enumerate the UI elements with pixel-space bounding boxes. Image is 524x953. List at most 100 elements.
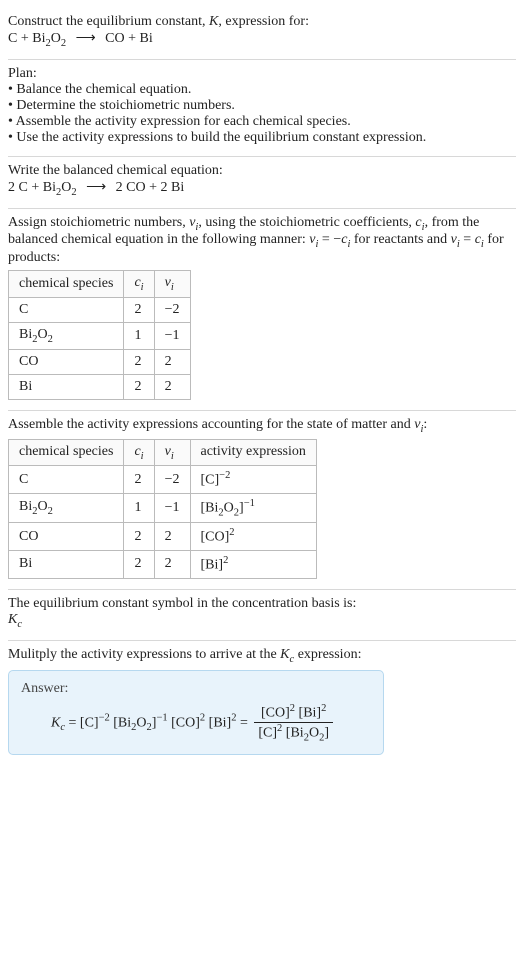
cell-ci: 2 [124,374,154,399]
stoich-text-a: Assign stoichiometric numbers, [8,215,189,230]
col-ae: activity expression [190,439,316,466]
stoich-text-b: , using the stoichiometric coefficients, [198,215,415,230]
K-symbol: K [280,647,289,662]
cell-ci: 1 [124,322,154,349]
activity-heading: Assemble the activity expressions accoun… [8,417,516,435]
plan-heading: Plan: [8,66,516,82]
cell-ae: [Bi]2 [190,551,316,579]
stoich-text: Assign stoichiometric numbers, νi, using… [8,215,516,267]
stoich-section: Assign stoichiometric numbers, νi , using… [8,209,516,411]
cell-ci: 2 [124,297,154,322]
cell-ci: 2 [124,349,154,374]
intro-text-1b: , expression for: [218,14,309,29]
cell-vi: 2 [154,523,190,551]
stoich-table: chemical species ci νi C 2 −2 Bi2O2 1 −1… [8,270,191,400]
activity-heading-b: : [423,417,427,432]
cell-species: Bi2O2 [9,494,124,523]
cell-species: Bi [9,374,124,399]
bal-lhs-b: O [61,180,71,195]
final-section: Mulitply the activity expressions to arr… [8,641,516,765]
answer-label: Answer: [21,681,371,697]
eq-lhs-1: C + Bi [8,31,45,46]
cell-species: Bi [9,551,124,579]
arrow-icon: ⟶ [70,31,102,46]
exp-C: −2 [99,713,110,724]
term-C: [C] [80,716,99,731]
cell-vi: 2 [154,374,190,399]
col-species: chemical species [9,439,124,466]
eq-lhs-2: O [51,31,61,46]
term-CO: [CO] [168,716,200,731]
table-row: Bi2O2 1 −1 [Bi2O2]−1 [9,494,317,523]
balanced-equation: 2 C + Bi2O2 ⟶ 2 CO + 2 Bi [8,179,516,198]
bal-lhs-a: 2 C + Bi [8,180,56,195]
cell-vi: 2 [154,349,190,374]
intro-K: K [209,14,218,29]
fraction: [CO]2 [Bi]2[C]2 [Bi2O2] [254,703,333,743]
cell-ae: [Bi2O2]−1 [190,494,316,523]
fraction-numerator: [CO]2 [Bi]2 [254,703,333,723]
final-heading: Mulitply the activity expressions to arr… [8,647,516,665]
cell-ci: 1 [124,494,154,523]
table-row: Bi 2 2 [Bi]2 [9,551,317,579]
eq-rhs: CO + Bi [105,31,153,46]
table-row: C 2 −2 [C]−2 [9,466,317,494]
cell-vi: −2 [154,466,190,494]
cell-ae: [C]−2 [190,466,316,494]
table-header-row: chemical species ci νi [9,271,191,298]
intro-line: Construct the equilibrium constant, K, e… [8,14,516,30]
equals: = [65,716,80,731]
cell-vi: −1 [154,494,190,523]
cell-species: C [9,466,124,494]
col-ci: ci [124,439,154,466]
cell-ci: 2 [124,466,154,494]
col-vi: νi [154,439,190,466]
balanced-section: Write the balanced chemical equation: 2 … [8,157,516,209]
plan-bullet-3: • Assemble the activity expression for e… [8,114,516,130]
final-heading-b: expression: [294,647,361,662]
unbalanced-equation: C + Bi2O2 ⟶ CO + Bi [8,30,516,49]
cell-species: CO [9,349,124,374]
table-row: CO 2 2 [9,349,191,374]
symbol-text: The equilibrium constant symbol in the c… [8,596,516,612]
col-species: chemical species [9,271,124,298]
K-symbol: K [8,612,17,627]
table-row: C 2 −2 [9,297,191,322]
c-subscript: c [17,619,22,630]
K-symbol: K [51,716,60,731]
cell-ae: [CO]2 [190,523,316,551]
table-row: CO 2 2 [CO]2 [9,523,317,551]
stoich-rule-react: = − [318,232,341,247]
cell-ci: 2 [124,523,154,551]
plan-bullet-4: • Use the activity expressions to build … [8,130,516,146]
intro-text-1: Construct the equilibrium constant, [8,14,209,29]
arrow-icon: ⟶ [80,180,112,195]
final-heading-a: Mulitply the activity expressions to arr… [8,647,280,662]
stoich-rule-prod: = [460,232,475,247]
col-vi: νi [154,271,190,298]
table-header-row: chemical species ci νi activity expressi… [9,439,317,466]
activity-table: chemical species ci νi activity expressi… [8,439,317,579]
table-row: Bi2O2 1 −1 [9,322,191,349]
cell-vi: −1 [154,322,190,349]
intro-section: Construct the equilibrium constant, K, e… [8,8,516,60]
col-ci: ci [124,271,154,298]
symbol-section: The equilibrium constant symbol in the c… [8,590,516,641]
term-Bi2O2-a: [Bi [110,716,131,731]
answer-expression: Kc = [C]−2 [Bi2O2]−1 [CO]2 [Bi]2 = [CO]2… [21,703,371,743]
cell-species: C [9,297,124,322]
cell-ci: 2 [124,551,154,579]
exp-Bi2O2: −1 [156,713,167,724]
balanced-heading: Write the balanced chemical equation: [8,163,516,179]
bal-rhs: 2 CO + 2 Bi [116,180,185,195]
answer-box: Answer: Kc = [C]−2 [Bi2O2]−1 [CO]2 [Bi]2… [8,670,384,754]
cell-vi: −2 [154,297,190,322]
term-Bi2O2-b: O [136,716,146,731]
plan-bullet-1: • Balance the chemical equation. [8,82,516,98]
fraction-denominator: [C]2 [Bi2O2] [254,723,333,743]
term-Bi: [Bi] [205,716,231,731]
cell-vi: 2 [154,551,190,579]
symbol-Kc: Kc [8,612,516,630]
plan-bullet-2: • Determine the stoichiometric numbers. [8,98,516,114]
cell-species: CO [9,523,124,551]
